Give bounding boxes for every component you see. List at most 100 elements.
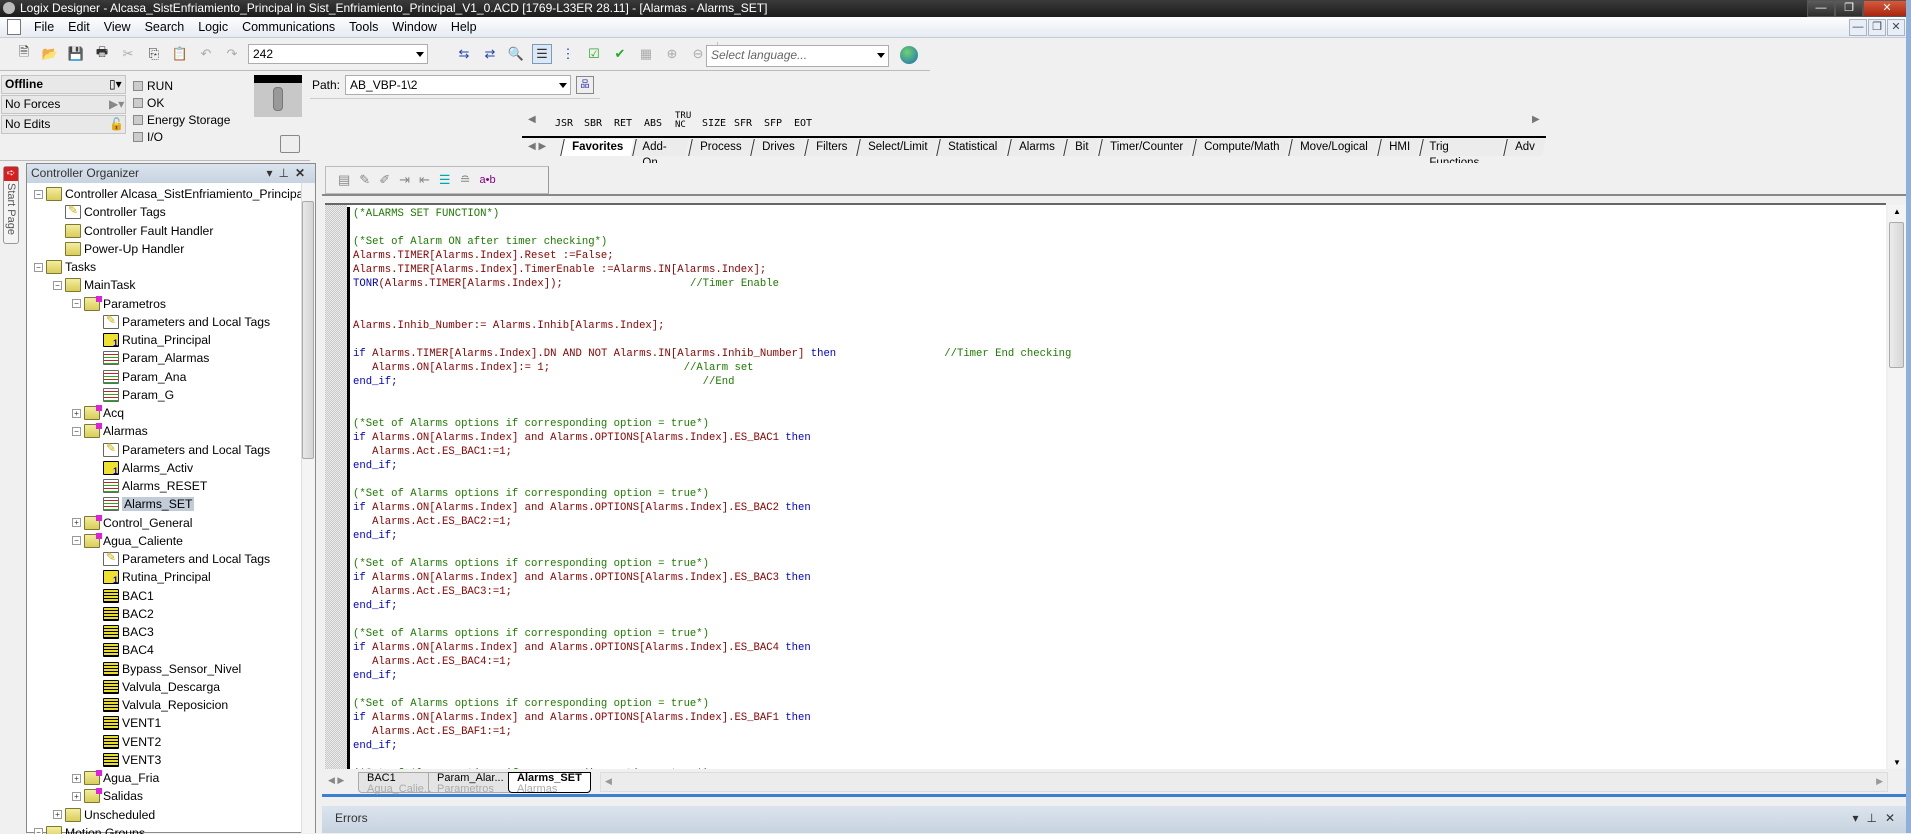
- tab-select-limit[interactable]: Select/Limit: [856, 139, 939, 156]
- tree-item[interactable]: Param_Alarmas: [103, 349, 209, 367]
- tree-item[interactable]: Controller Tags: [65, 203, 166, 221]
- tree-item[interactable]: + Unscheduled: [53, 806, 155, 824]
- tree-item[interactable]: Valvula_Reposicion: [103, 696, 228, 714]
- code-line[interactable]: end_if;: [353, 739, 1868, 753]
- new-icon[interactable]: 🗎: [14, 44, 34, 64]
- code-line[interactable]: [353, 683, 1868, 697]
- code-line[interactable]: end_if;: [353, 599, 1868, 613]
- code-line[interactable]: [353, 333, 1868, 347]
- code-line[interactable]: Alarms.Act.ES_BAC2:=1;: [353, 515, 1868, 529]
- tab-move-logical[interactable]: Move/Logical: [1288, 139, 1379, 156]
- tab-add-on[interactable]: Add-On: [632, 139, 690, 169]
- tree-item[interactable]: BAC4: [103, 641, 154, 659]
- code-line[interactable]: [353, 543, 1868, 557]
- close-button[interactable]: ✕: [1863, 0, 1911, 17]
- instr-trunc[interactable]: TRU NC: [675, 112, 695, 130]
- collapse-icon[interactable]: −: [34, 828, 43, 834]
- tree-item[interactable]: Alarms_SET: [103, 495, 195, 513]
- undo-icon[interactable]: ↶: [196, 44, 216, 64]
- collapse-icon[interactable]: −: [72, 426, 81, 436]
- menu-logic[interactable]: Logic: [191, 20, 235, 34]
- tree-item[interactable]: − Parametros: [72, 295, 166, 313]
- code-line[interactable]: if Alarms.ON[Alarms.Index] and Alarms.OP…: [353, 571, 1868, 585]
- language-select[interactable]: Select language...: [706, 45, 889, 67]
- collapse-icon[interactable]: −: [72, 536, 81, 546]
- code-line[interactable]: end_if;: [353, 459, 1868, 473]
- scroll-left-icon[interactable]: ◀: [528, 114, 536, 125]
- dropdown-icon[interactable]: ▾: [1852, 811, 1866, 825]
- edit-icon[interactable]: ✎: [359, 172, 370, 188]
- tree-item[interactable]: Alarms_RESET: [103, 477, 207, 495]
- network-browse-icon[interactable]: 品: [576, 75, 595, 94]
- code-line[interactable]: Alarms.Act.ES_BAC4:=1;: [353, 655, 1868, 669]
- tab-advanced[interactable]: Adv: [1503, 139, 1546, 156]
- menu-communications[interactable]: Communications: [235, 20, 342, 34]
- expand-icon[interactable]: +: [72, 773, 81, 783]
- instr-jsr[interactable]: JSR: [555, 118, 573, 129]
- minimize-button[interactable]: —: [1807, 0, 1835, 17]
- browse-logic-icon[interactable]: 🔍: [506, 44, 526, 64]
- verify-controller-icon[interactable]: ✔: [610, 44, 630, 64]
- organizer-toggle-icon[interactable]: ☰: [532, 44, 552, 64]
- code-line[interactable]: Alarms.Act.ES_BAF1:=1;: [353, 725, 1868, 739]
- mode-status[interactable]: Offline ▯▾: [1, 75, 126, 94]
- tree-item[interactable]: − Tasks: [34, 258, 96, 276]
- tab-timer-counter[interactable]: Timer/Counter: [1098, 139, 1194, 156]
- tab-hmi[interactable]: HMI: [1377, 139, 1422, 156]
- tree-item[interactable]: Valvula_Descarga: [103, 678, 220, 696]
- start-page-tab[interactable]: ➪ Start Page: [3, 166, 19, 244]
- tree-item[interactable]: + Acq: [72, 404, 124, 422]
- tree-item[interactable]: − MainTask: [53, 276, 135, 294]
- editor-horizontal-scrollbar[interactable]: ◀ ▶: [600, 772, 1888, 792]
- code-line[interactable]: if Alarms.ON[Alarms.Index] and Alarms.OP…: [353, 711, 1868, 725]
- code-line[interactable]: (*Set of Alarms options if corresponding…: [353, 417, 1868, 431]
- tree-item[interactable]: Bypass_Sensor_Nivel: [103, 660, 241, 678]
- tab-trig-functions[interactable]: Trig Functions: [1419, 139, 1505, 169]
- expand-icon[interactable]: +: [53, 810, 62, 819]
- code-line[interactable]: Alarms.Act.ES_BAC1:=1;: [353, 445, 1868, 459]
- code-line[interactable]: (*Set of Alarms options if corresponding…: [353, 627, 1868, 641]
- pin-icon[interactable]: ⊥: [1866, 811, 1884, 825]
- close-icon[interactable]: ✕: [1885, 811, 1903, 825]
- tab-alarms[interactable]: Alarms: [1006, 139, 1066, 156]
- tree-item[interactable]: − Motion Groups: [34, 824, 145, 834]
- code-line[interactable]: Alarms.Act.ES_BAC3:=1;: [353, 585, 1868, 599]
- code-line[interactable]: Alarms.TIMER[Alarms.Index].TimerEnable :…: [353, 263, 1868, 277]
- scroll-left-icon[interactable]: ◀: [605, 776, 612, 787]
- tab-scroll-left-icon[interactable]: ◀ ▶: [528, 141, 546, 152]
- code-line[interactable]: end_if; //End: [353, 375, 1868, 389]
- code-line[interactable]: [353, 305, 1868, 319]
- scroll-right-icon[interactable]: ▶: [1876, 776, 1883, 787]
- tree-item[interactable]: VENT2: [103, 733, 161, 751]
- doc-tab-alarms-set[interactable]: Alarms_SET Alarmas: [508, 772, 591, 795]
- comment-icon[interactable]: ☰: [439, 172, 451, 188]
- code-line[interactable]: (*Set of Alarms options if corresponding…: [353, 487, 1868, 501]
- collapse-icon[interactable]: −: [72, 299, 81, 308]
- tree-item[interactable]: − Controller Alcasa_SistEnfriamiento_Prin…: [34, 185, 301, 203]
- tab-favorites[interactable]: Favorites: [560, 139, 634, 156]
- forces-status[interactable]: No Forces ▶▾: [1, 95, 126, 114]
- path-select[interactable]: AB_VBP-1\2: [345, 74, 572, 95]
- mdi-close-button[interactable]: ✕: [1887, 19, 1905, 36]
- structured-text-editor[interactable]: (*ALARMS SET FUNCTION*) (*Set of Alarm O…: [325, 203, 1886, 781]
- code-line[interactable]: if Alarms.TIMER[Alarms.Index].DN AND NOT…: [353, 347, 1868, 361]
- code-line[interactable]: end_if;: [353, 529, 1868, 543]
- format-ab-button[interactable]: a•b: [479, 174, 495, 186]
- instr-sfp[interactable]: SFP: [764, 118, 782, 129]
- outdent-icon[interactable]: ⇤: [419, 172, 430, 188]
- expand-icon[interactable]: +: [72, 408, 81, 418]
- tab-statistical[interactable]: Statistical: [936, 139, 1009, 156]
- organizer-scroll-thumb[interactable]: [302, 201, 314, 459]
- menu-edit[interactable]: Edit: [61, 20, 97, 34]
- tab-bit[interactable]: Bit: [1063, 139, 1100, 156]
- tree-item[interactable]: Alarms_Activ: [103, 459, 193, 477]
- tree-item[interactable]: − Alarmas: [72, 422, 148, 440]
- mdi-minimize-button[interactable]: —: [1849, 19, 1867, 36]
- copy-icon[interactable]: ⎘: [144, 44, 164, 64]
- dropdown-icon[interactable]: ▾: [266, 166, 278, 180]
- tree-item[interactable]: Rutina_Principal: [103, 568, 211, 586]
- code-line[interactable]: TONR(Alarms.TIMER[Alarms.Index]); //Time…: [353, 277, 1868, 291]
- code-line[interactable]: Alarms.TIMER[Alarms.Index].Reset :=False…: [353, 249, 1868, 263]
- tree-item[interactable]: Param_Ana: [103, 368, 186, 386]
- instr-ret[interactable]: RET: [614, 118, 632, 129]
